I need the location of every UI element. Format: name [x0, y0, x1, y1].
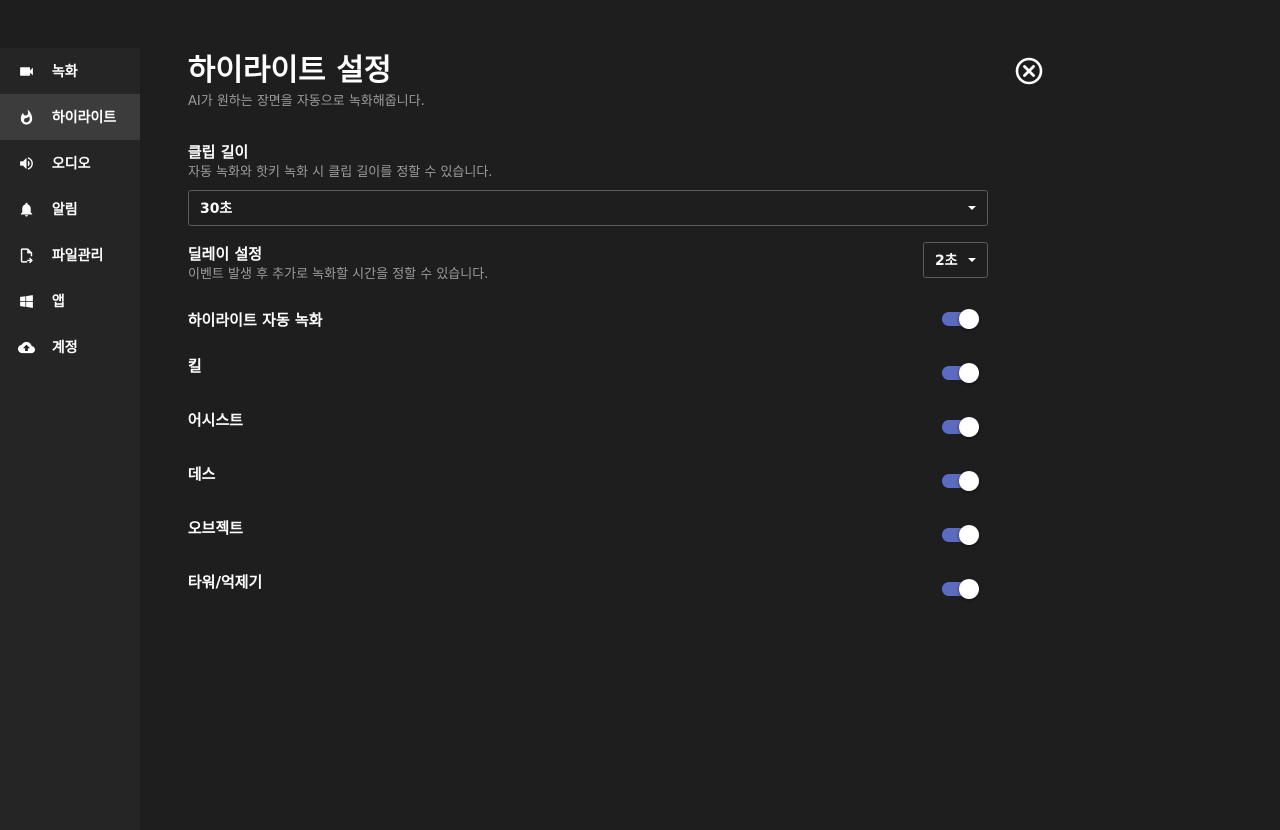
- delay-title: 딜레이 설정: [188, 245, 263, 263]
- toggle-label: 하이라이트 자동 녹화: [188, 311, 323, 329]
- assist-toggle[interactable]: [942, 416, 979, 438]
- settings-panel: 하이라이트 설정 AI가 원하는 장면을 자동으로 녹화해줍니다. 클립 길이 …: [188, 0, 1048, 830]
- video-camera-icon: [17, 62, 35, 80]
- clip-length-select[interactable]: 30초: [188, 190, 988, 226]
- cloud-upload-icon: [17, 338, 35, 356]
- toggle-label: 오브젝트: [188, 519, 244, 537]
- sidebar-item-label: 앱: [52, 294, 65, 310]
- sidebar-item-notifications[interactable]: 알림: [0, 186, 140, 232]
- toggle-thumb: [959, 471, 979, 491]
- sidebar-item-label: 알림: [52, 202, 78, 218]
- toggle-row-kill: 킬: [188, 356, 988, 386]
- sidebar-item-label: 하이라이트: [52, 110, 117, 126]
- toggle-label: 타워/억제기: [188, 573, 263, 591]
- toggle-thumb: [959, 579, 979, 599]
- sidebar-item-account[interactable]: 계정: [0, 324, 140, 370]
- sidebar-item-label: 계정: [52, 340, 78, 356]
- death-toggle[interactable]: [942, 470, 979, 492]
- toggle-thumb: [959, 309, 979, 329]
- speaker-icon: [17, 154, 35, 172]
- toggle-row-object: 오브젝트: [188, 518, 988, 548]
- caret-down-icon: [968, 258, 976, 262]
- sidebar-item-highlight[interactable]: 하이라이트: [0, 94, 140, 140]
- delay-select[interactable]: 2초: [923, 242, 988, 278]
- toggle-thumb: [959, 363, 979, 383]
- clip-length-value: 30초: [200, 201, 233, 217]
- tower-inhibitor-toggle[interactable]: [942, 578, 979, 600]
- bell-icon: [17, 200, 35, 218]
- toggle-row-tower: 타워/억제기: [188, 572, 988, 602]
- toggle-thumb: [959, 525, 979, 545]
- kill-toggle[interactable]: [942, 362, 979, 384]
- toggle-row-death: 데스: [188, 464, 988, 494]
- toggle-label: 데스: [188, 465, 216, 483]
- settings-window: 녹화 하이라이트 오디오 알림 파일관리 앱 계정 하이라이트 설정 AI가 원…: [0, 0, 1280, 830]
- delay-value: 2초: [935, 253, 958, 269]
- sidebar-item-label: 파일관리: [52, 248, 104, 264]
- page-title: 하이라이트 설정: [188, 53, 392, 88]
- windows-icon: [17, 292, 35, 310]
- sidebar-item-audio[interactable]: 오디오: [0, 140, 140, 186]
- auto-record-toggle[interactable]: [942, 308, 979, 330]
- sidebar-item-recording[interactable]: 녹화: [0, 48, 140, 94]
- clip-length-description: 자동 녹화와 핫키 녹화 시 클립 길이를 정할 수 있습니다.: [188, 165, 493, 180]
- toggle-label: 킬: [188, 357, 202, 375]
- sidebar: 녹화 하이라이트 오디오 알림 파일관리 앱 계정: [0, 48, 140, 830]
- sidebar-item-label: 녹화: [52, 64, 78, 80]
- sidebar-item-label: 오디오: [52, 156, 91, 172]
- object-toggle[interactable]: [942, 524, 979, 546]
- flame-icon: [17, 108, 35, 126]
- close-button[interactable]: [1014, 56, 1044, 86]
- sidebar-item-apps[interactable]: 앱: [0, 278, 140, 324]
- clip-length-title: 클립 길이: [188, 143, 249, 161]
- page-subtitle: AI가 원하는 장면을 자동으로 녹화해줍니다.: [188, 94, 425, 109]
- delay-description: 이벤트 발생 후 추가로 녹화할 시간을 정할 수 있습니다.: [188, 267, 489, 282]
- caret-down-icon: [968, 206, 976, 210]
- toggle-row-auto-record: 하이라이트 자동 녹화: [188, 308, 988, 340]
- file-export-icon: [17, 246, 35, 264]
- toggle-row-assist: 어시스트: [188, 410, 988, 440]
- toggle-thumb: [959, 417, 979, 437]
- toggle-label: 어시스트: [188, 411, 244, 429]
- sidebar-item-file-management[interactable]: 파일관리: [0, 232, 140, 278]
- close-circle-icon: [1015, 57, 1043, 85]
